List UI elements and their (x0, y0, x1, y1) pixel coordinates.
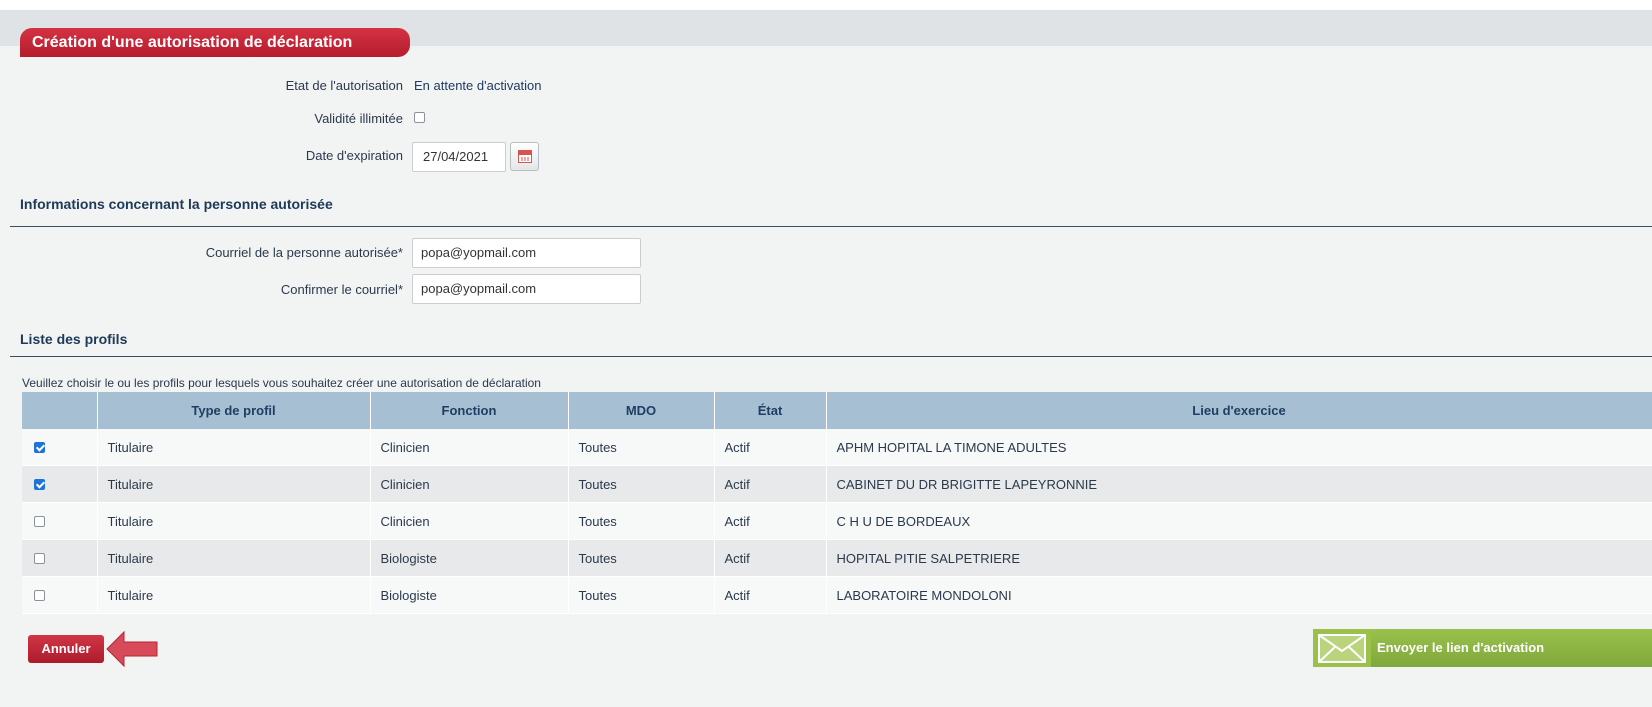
cell-etat: Actif (714, 576, 827, 614)
cell-etat: Actif (714, 539, 827, 577)
column-header-etat[interactable]: État (714, 392, 827, 429)
row-checkbox[interactable] (34, 516, 45, 527)
profiles-hint: Veuillez choisir le ou les profils pour … (22, 376, 541, 390)
cell-type: Titulaire (97, 539, 371, 577)
cell-mdo: Toutes (568, 539, 715, 577)
cell-mdo: Toutes (568, 576, 715, 614)
cell-fonction: Clinicien (370, 502, 569, 540)
cell-fonction: Clinicien (370, 465, 569, 503)
cell-lieu: HOPITAL PITIE SALPETRIERE (826, 539, 1652, 577)
calendar-icon (518, 150, 532, 163)
column-header-fonction[interactable]: Fonction (370, 392, 569, 429)
table-row[interactable]: Titulaire Biologiste Toutes Actif HOPITA… (22, 539, 1652, 577)
top-band (0, 0, 1652, 10)
row-checkbox[interactable] (34, 479, 45, 490)
person-section-title: Informations concernant la personne auto… (20, 196, 333, 212)
cell-lieu: CABINET DU DR BRIGITTE LAPEYRONNIE (826, 465, 1652, 503)
column-header-select (22, 392, 98, 429)
expiration-label: Date d'expiration (305, 148, 403, 163)
page-title: Création d'une autorisation de déclarati… (20, 28, 410, 57)
row-select-cell[interactable] (22, 502, 98, 540)
cell-fonction: Biologiste (370, 539, 569, 577)
envelope-icon (1313, 629, 1371, 667)
cell-lieu: C H U DE BORDEAUX (826, 502, 1652, 540)
table-row[interactable]: Titulaire Clinicien Toutes Actif C H U D… (22, 502, 1652, 540)
confirm-email-label: Confirmer le courriel* (280, 282, 403, 297)
cell-etat: Actif (714, 502, 827, 540)
left-arrow-icon (106, 630, 158, 668)
column-header-mdo[interactable]: MDO (568, 392, 715, 429)
cell-type: Titulaire (97, 502, 371, 540)
confirm-email-input[interactable]: popa@yopmail.com (412, 274, 641, 304)
cell-fonction: Biologiste (370, 576, 569, 614)
column-header-lieu[interactable]: Lieu d'exercice (826, 392, 1652, 429)
email-label: Courriel de la personne autorisée* (205, 245, 403, 260)
row-checkbox[interactable] (34, 553, 45, 564)
send-button-label: Envoyer le lien d'activation (1371, 629, 1652, 667)
state-label: Etat de l'autorisation (285, 78, 403, 93)
cell-etat: Actif (714, 465, 827, 503)
row-checkbox[interactable] (34, 590, 45, 601)
column-header-type[interactable]: Type de profil (97, 392, 371, 429)
profiles-table: Type de profil Fonction MDO État Lieu d'… (22, 392, 1652, 614)
row-select-cell[interactable] (22, 465, 98, 503)
calendar-button[interactable] (510, 142, 539, 171)
cell-lieu: LABORATOIRE MONDOLONI (826, 576, 1652, 614)
state-value: En attente d'activation (414, 78, 542, 93)
table-row[interactable]: Titulaire Biologiste Toutes Actif LABORA… (22, 576, 1652, 614)
cell-lieu: APHM HOPITAL LA TIMONE ADULTES (826, 429, 1652, 466)
cell-type: Titulaire (97, 465, 371, 503)
email-input[interactable]: popa@yopmail.com (412, 238, 641, 268)
cell-mdo: Toutes (568, 502, 715, 540)
cell-type: Titulaire (97, 429, 371, 466)
send-activation-link-button[interactable]: Envoyer le lien d'activation (1313, 629, 1652, 667)
cell-mdo: Toutes (568, 429, 715, 466)
row-select-cell[interactable] (22, 576, 98, 614)
table-row[interactable]: Titulaire Clinicien Toutes Actif APHM HO… (22, 429, 1652, 466)
unlimited-label: Validité illimitée (314, 111, 403, 126)
row-checkbox[interactable] (34, 442, 45, 453)
cell-mdo: Toutes (568, 465, 715, 503)
profiles-section-title: Liste des profils (20, 331, 128, 347)
cell-etat: Actif (714, 429, 827, 466)
section-divider (10, 356, 1652, 357)
cell-fonction: Clinicien (370, 429, 569, 466)
row-select-cell[interactable] (22, 429, 98, 466)
section-divider (10, 226, 1652, 227)
row-select-cell[interactable] (22, 539, 98, 577)
cancel-button[interactable]: Annuler (28, 635, 104, 663)
unlimited-checkbox[interactable] (414, 112, 425, 123)
table-header-row: Type de profil Fonction MDO État Lieu d'… (22, 392, 1652, 429)
table-row[interactable]: Titulaire Clinicien Toutes Actif CABINET… (22, 465, 1652, 503)
expiration-date-input[interactable]: 27/04/2021 (412, 142, 506, 172)
cell-type: Titulaire (97, 576, 371, 614)
